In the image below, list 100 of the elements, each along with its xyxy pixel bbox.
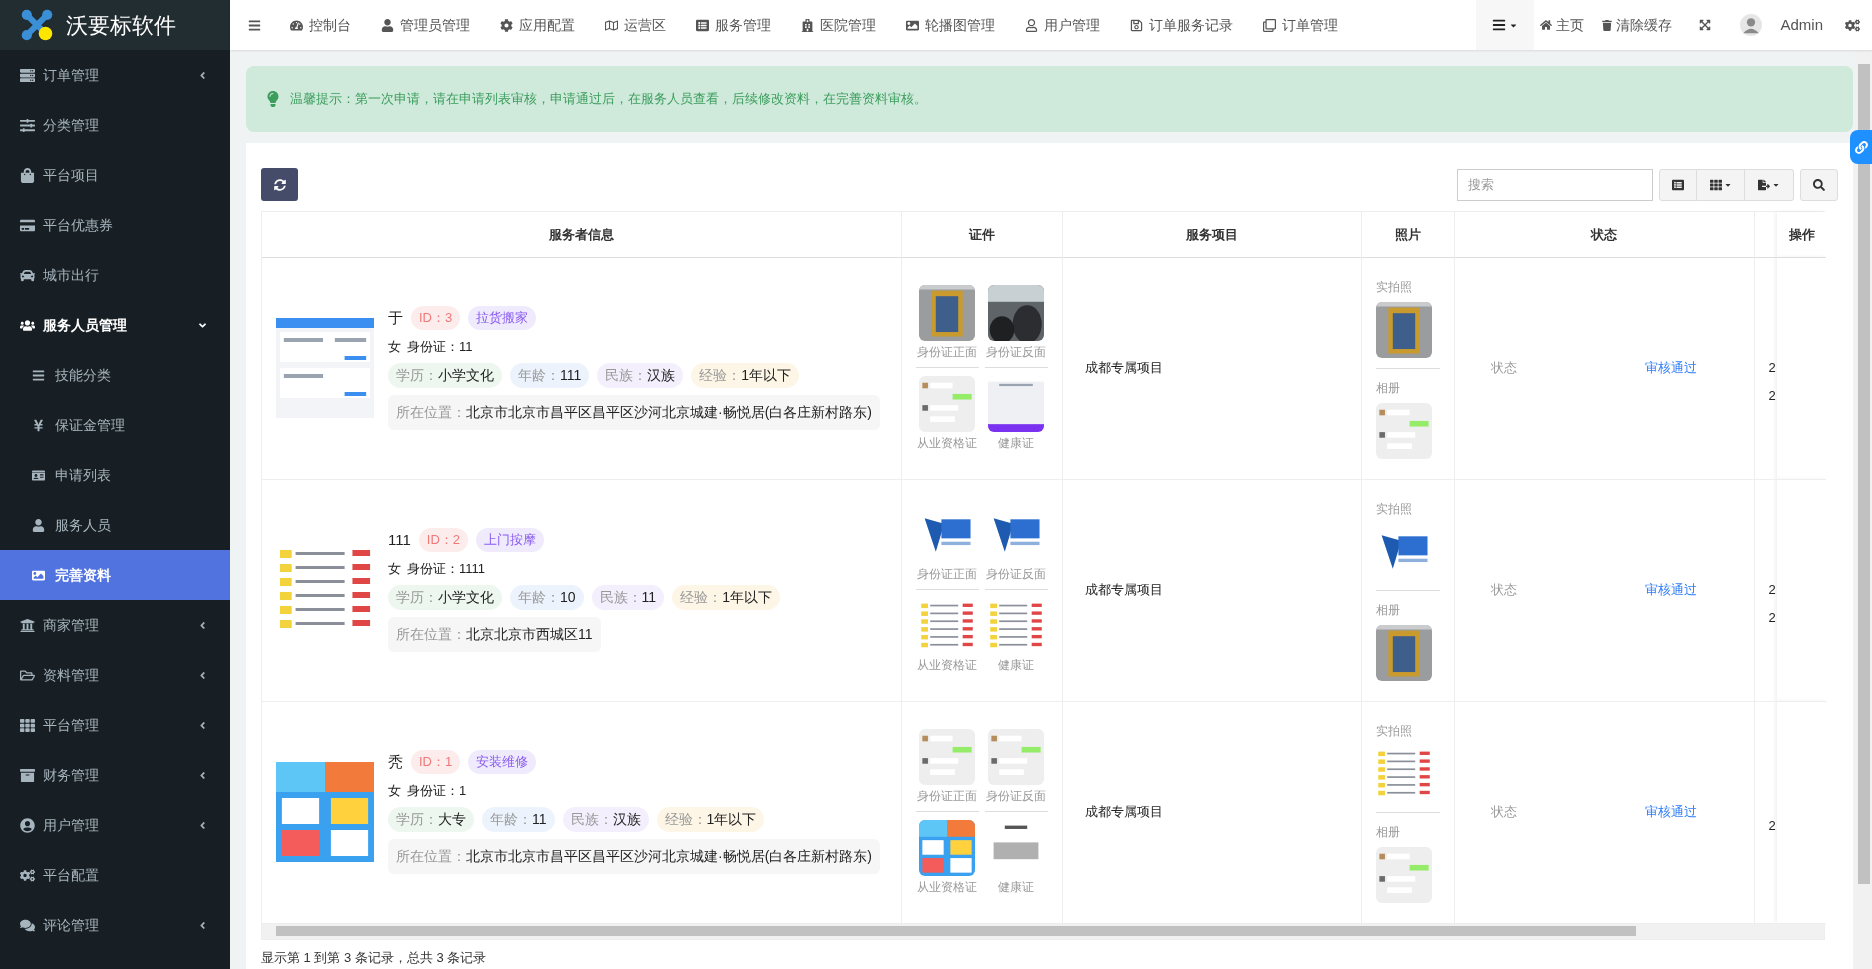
sidebar-subitem[interactable]: 服务人员 [0, 500, 230, 550]
export-icon [1758, 178, 1770, 191]
status-link[interactable]: 审核通过 [1644, 802, 1697, 822]
sidebar-label: 平台优惠券 [43, 215, 114, 235]
location-text: 所在位置：北京市北京市昌平区昌平区沙河北京城建·畅悦居(白各庄新村路东) [388, 395, 880, 430]
nav-label: 控制台 [309, 15, 351, 35]
list-icon [1492, 18, 1507, 32]
sidebar-label: 用户管理 [43, 815, 100, 835]
nav-link[interactable]: 订单管理 [1251, 0, 1350, 50]
refresh-icon [273, 178, 286, 191]
export-button[interactable] [1745, 168, 1794, 201]
sidebar-item[interactable]: 财务管理 [0, 750, 230, 800]
sidebar-item[interactable]: 订单管理 [0, 50, 230, 100]
nav-link[interactable]: 订单服务记录 [1118, 0, 1245, 50]
home-label: 主页 [1556, 15, 1585, 35]
sidebar-label: 服务人员管理 [43, 315, 128, 335]
sidebar-subitem[interactable]: 申请列表 [0, 450, 230, 500]
user-icon [381, 18, 394, 32]
archive-icon [20, 767, 35, 783]
nav-link[interactable]: 用户管理 [1013, 0, 1112, 50]
sidebar-item[interactable]: 评论管理 [0, 900, 230, 950]
column-header: 服务者信息 [262, 212, 901, 257]
toggle-view-button[interactable] [1659, 168, 1697, 201]
hospital-icon [801, 18, 814, 32]
logo-text: 沃要标软件 [66, 11, 176, 40]
lightbulb-icon [266, 91, 280, 107]
document-caption: 身份证正面 [917, 787, 977, 805]
sidebar-item[interactable]: 平台配置 [0, 850, 230, 900]
sidebar-item[interactable]: 平台优惠券 [0, 200, 230, 250]
search-icon [1813, 178, 1825, 191]
nav-label: 轮播图管理 [925, 15, 995, 35]
column-header: 服务项目 [1062, 212, 1361, 257]
layout-dropdown-button[interactable] [1476, 0, 1535, 50]
nav-link[interactable]: 管理员管理 [369, 0, 482, 50]
search-field[interactable]: 搜索 [1457, 168, 1653, 201]
project-text: 成都专属项目 [1084, 582, 1163, 598]
link-button[interactable] [1850, 130, 1872, 164]
status-label: 状态 [1490, 359, 1518, 378]
nav-label: 应用配置 [519, 15, 575, 35]
server-icon [20, 67, 35, 83]
nav-link[interactable]: 控制台 [278, 0, 363, 50]
clear-cache-link[interactable]: 清除缓存 [1590, 14, 1685, 36]
nav-link[interactable]: 医院管理 [789, 0, 888, 50]
nav-label: 医院管理 [820, 15, 876, 35]
fullscreen-icon [1699, 19, 1712, 31]
photo-label: 相册 [1375, 601, 1401, 619]
settings-icon [1845, 17, 1860, 33]
table-cell: 2 [1768, 611, 1777, 625]
search-button[interactable] [1800, 168, 1838, 201]
status-link[interactable]: 审核通过 [1644, 580, 1697, 600]
id-tag: ID：2 [418, 528, 469, 552]
pagination-info: 显示第 1 到第 3 条记录，总共 3 条记录 [261, 948, 488, 967]
refresh-button[interactable] [261, 168, 298, 201]
photo-label: 实拍照 [1375, 500, 1413, 518]
sidebar-item[interactable]: 服务人员管理 [0, 300, 230, 350]
project-text: 成都专属项目 [1084, 804, 1163, 820]
trash-icon [1602, 19, 1613, 31]
worker-name: 于 [388, 307, 403, 328]
nav-label: 运营区 [624, 15, 666, 35]
id-tag: ID：1 [411, 750, 461, 774]
nav-link[interactable]: 服务管理 [684, 0, 783, 50]
nav-link[interactable]: 应用配置 [488, 0, 587, 50]
home-link[interactable]: 主页 [1534, 14, 1591, 36]
sidebar-item[interactable]: 平台项目 [0, 150, 230, 200]
document-caption: 从业资格证 [917, 878, 977, 896]
sidebar-item[interactable]: 平台管理 [0, 700, 230, 750]
sidebar-label: 服务人员 [55, 515, 111, 535]
column-header: 证件 [901, 212, 1062, 257]
sidebar-label: 资料管理 [43, 665, 100, 685]
link-icon [1854, 140, 1868, 154]
info-tag: 民族：11 [591, 585, 665, 610]
sidebar-label: 申请列表 [55, 465, 111, 485]
nav-label: 用户管理 [1044, 15, 1100, 35]
nav-link[interactable]: 运营区 [593, 0, 678, 50]
sidebar-label: 分类管理 [43, 115, 100, 135]
sidebar-subitem[interactable]: 技能分类 [0, 350, 230, 400]
nav-link[interactable]: 轮播图管理 [894, 0, 1007, 50]
info-tag: 经验：1年以下 [672, 585, 780, 610]
logo-icon [20, 8, 54, 42]
category-tag: 安装维修 [468, 750, 537, 774]
sidebar-subitem[interactable]: 保证金管理 [0, 400, 230, 450]
document-caption: 从业资格证 [917, 656, 977, 674]
users-icon [20, 317, 35, 333]
menu-icon [247, 18, 261, 32]
sidebar-item[interactable]: 城市出行 [0, 250, 230, 300]
status-link[interactable]: 审核通过 [1644, 358, 1697, 378]
user-menu[interactable]: Admin [1726, 13, 1845, 37]
columns-button[interactable] [1697, 168, 1745, 201]
nav-label: 服务管理 [715, 15, 771, 35]
sidebar-item[interactable]: 用户管理 [0, 800, 230, 850]
sidebar-item[interactable]: 商家管理 [0, 600, 230, 650]
sidebar-item[interactable]: 分类管理 [0, 100, 230, 150]
avatar-icon [1740, 14, 1763, 36]
info-tag: 学历：大专 [388, 807, 474, 832]
sidebar-label: 完善资料 [55, 565, 111, 585]
sidebar-item[interactable]: 资料管理 [0, 650, 230, 700]
info-tag: 民族：汉族 [597, 363, 684, 388]
chat-icon [20, 917, 35, 933]
card-icon [20, 217, 35, 233]
sidebar-subitem[interactable]: 完善资料 [0, 550, 230, 600]
